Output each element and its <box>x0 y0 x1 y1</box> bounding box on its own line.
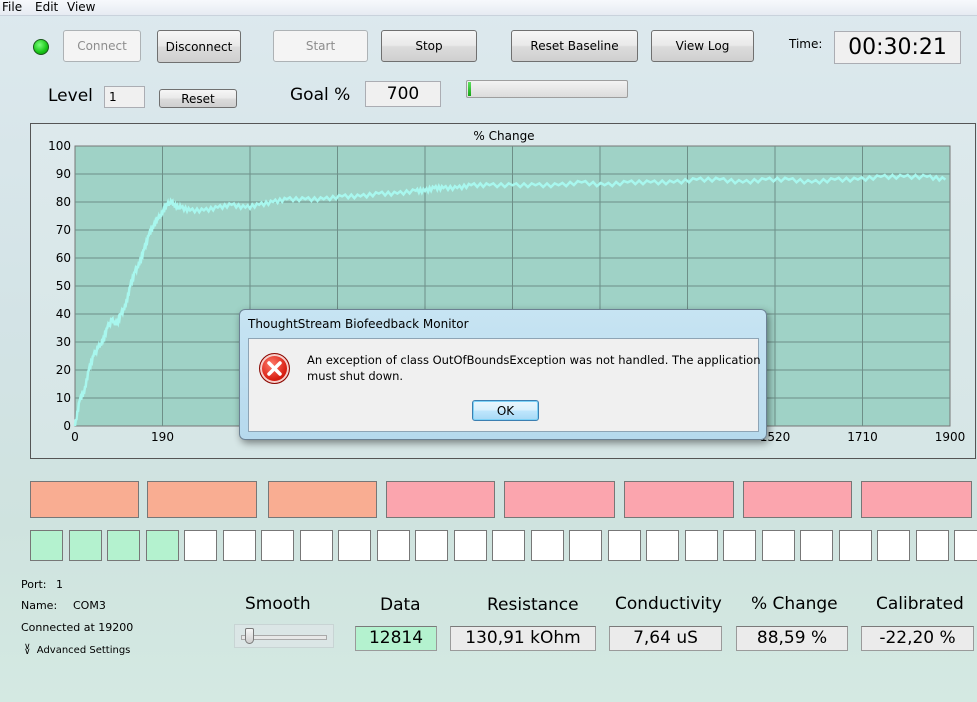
y-tick-label: 20 <box>56 363 71 377</box>
indicator-bar <box>504 481 615 518</box>
calibrated-value: -22,20 % <box>861 626 974 651</box>
indicator-square <box>800 530 833 561</box>
y-tick-label: 70 <box>56 223 71 237</box>
stop-button[interactable]: Stop <box>381 30 477 62</box>
y-tick-label: 0 <box>63 419 71 433</box>
chart-title: % Change <box>473 129 534 143</box>
indicator-bar <box>30 481 139 518</box>
name-value: COM3 <box>73 599 106 612</box>
conductivity-label: Conductivity <box>615 594 722 614</box>
menu-file[interactable]: File <box>2 0 22 15</box>
indicator-square <box>916 530 949 561</box>
level-input[interactable] <box>104 86 145 108</box>
goal-label: Goal % <box>290 85 351 105</box>
indicator-square <box>492 530 525 561</box>
error-dialog: ThoughtStream Biofeedback Monitor An exc… <box>239 309 767 440</box>
name-label: Name: <box>21 599 58 612</box>
indicator-square <box>377 530 410 561</box>
double-chevron-down-icon: ∨ ∨ <box>24 642 31 657</box>
indicator-bar <box>268 481 377 518</box>
goal-input[interactable] <box>365 81 441 107</box>
level-reset-button[interactable]: Reset <box>159 89 237 108</box>
menu-edit[interactable]: Edit <box>35 0 58 15</box>
indicator-bar <box>861 481 972 518</box>
y-tick-label: 80 <box>56 195 71 209</box>
advanced-settings-toggle[interactable]: ∨ ∨ Advanced Settings <box>24 642 131 657</box>
indicator-square <box>569 530 602 561</box>
goal-progress-fill <box>468 82 471 96</box>
dialog-ok-button[interactable]: OK <box>472 400 539 421</box>
reset-baseline-button[interactable]: Reset Baseline <box>511 30 638 62</box>
indicator-square <box>454 530 487 561</box>
indicator-bar <box>743 481 852 518</box>
x-tick-label: 190 <box>151 430 174 444</box>
indicator-square <box>30 530 63 561</box>
time-label: Time: <box>789 37 823 51</box>
advanced-settings-label: Advanced Settings <box>36 645 131 656</box>
data-value: 12814 <box>355 626 437 651</box>
smooth-label: Smooth <box>245 594 311 614</box>
indicator-square <box>415 530 448 561</box>
indicator-bar <box>624 481 734 518</box>
menu-bar: File Edit View <box>0 0 977 16</box>
indicator-square <box>877 530 910 561</box>
indicator-square <box>954 530 977 561</box>
indicator-square <box>107 530 140 561</box>
dialog-title: ThoughtStream Biofeedback Monitor <box>248 317 469 331</box>
resistance-value: 130,91 kOhm <box>450 626 596 651</box>
calibrated-label: Calibrated <box>876 594 964 614</box>
port-value: 1 <box>56 578 63 591</box>
y-tick-label: 40 <box>56 307 71 321</box>
percent-change-value: 88,59 % <box>736 626 848 651</box>
smooth-slider[interactable] <box>234 624 334 648</box>
goal-progress-bar <box>466 80 628 98</box>
dialog-message-line1: An exception of class OutOfBoundsExcepti… <box>307 353 761 367</box>
indicator-bar <box>147 481 257 518</box>
indicator-square <box>300 530 333 561</box>
menu-view[interactable]: View <box>67 0 95 15</box>
y-tick-label: 60 <box>56 251 71 265</box>
indicator-square <box>839 530 872 561</box>
x-tick-label: 1900 <box>935 430 966 444</box>
indicator-square <box>723 530 756 561</box>
y-tick-label: 30 <box>56 335 71 349</box>
time-display: 00:30:21 <box>834 31 961 64</box>
indicator-square <box>762 530 795 561</box>
y-tick-label: 90 <box>56 167 71 181</box>
indicator-square <box>685 530 718 561</box>
connect-button[interactable]: Connect <box>63 30 141 62</box>
disconnect-button[interactable]: Disconnect <box>157 30 241 63</box>
indicator-square <box>338 530 371 561</box>
y-tick-label: 10 <box>56 391 71 405</box>
y-tick-label: 100 <box>48 139 71 153</box>
error-icon <box>259 353 290 384</box>
indicator-square <box>146 530 179 561</box>
indicator-square <box>531 530 564 561</box>
smooth-slider-thumb[interactable] <box>245 628 254 644</box>
indicator-square <box>608 530 641 561</box>
indicator-square <box>646 530 679 561</box>
x-tick-label: 1710 <box>847 430 878 444</box>
y-tick-label: 50 <box>56 279 71 293</box>
data-label: Data <box>380 595 421 615</box>
x-tick-label: 0 <box>71 430 79 444</box>
indicator-square <box>184 530 217 561</box>
dialog-body: An exception of class OutOfBoundsExcepti… <box>248 338 761 432</box>
level-label: Level <box>48 86 93 106</box>
start-button[interactable]: Start <box>273 30 368 62</box>
resistance-label: Resistance <box>487 595 579 615</box>
connection-status-light <box>33 39 49 55</box>
port-label: Port: <box>21 578 47 591</box>
connection-status-text: Connected at 19200 <box>21 621 134 634</box>
indicator-bar <box>386 481 495 518</box>
indicator-square <box>69 530 102 561</box>
conductivity-value: 7,64 uS <box>609 626 722 651</box>
indicator-square <box>261 530 294 561</box>
indicator-square <box>223 530 256 561</box>
view-log-button[interactable]: View Log <box>651 30 754 62</box>
percent-change-label: % Change <box>751 594 838 614</box>
dialog-message-line2: must shut down. <box>307 369 404 383</box>
